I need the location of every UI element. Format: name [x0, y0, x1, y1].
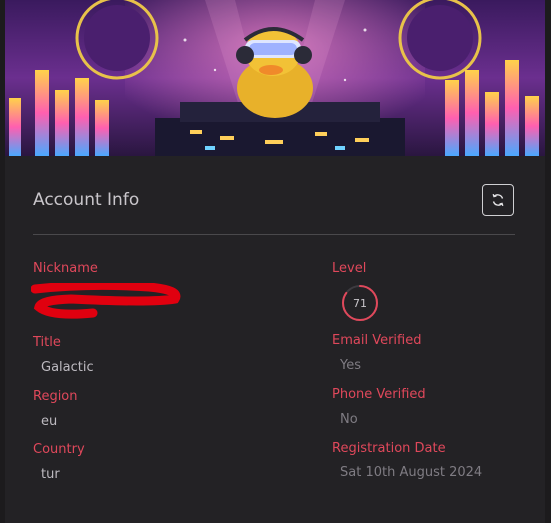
refresh-button[interactable]: [482, 184, 514, 216]
level-label: Level: [332, 261, 367, 276]
country-value: tur: [41, 467, 60, 482]
nickname-label: Nickname: [33, 261, 98, 276]
account-info-panel: Account Info Nickname Title Galactic Reg…: [5, 156, 545, 523]
profile-banner: [5, 0, 545, 156]
title-value: Galactic: [41, 360, 94, 375]
phone-verified-label: Phone Verified: [332, 387, 426, 402]
nickname-redaction-mark: [31, 283, 181, 319]
registration-date-label: Registration Date: [332, 441, 446, 456]
panel-title: Account Info: [33, 190, 140, 210]
account-card: Account Info Nickname Title Galactic Reg…: [5, 0, 545, 523]
registration-date-value: Sat 10th August 2024: [340, 465, 483, 480]
email-verified-label: Email Verified: [332, 333, 422, 348]
region-label: Region: [33, 389, 78, 404]
country-label: Country: [33, 442, 85, 457]
level-ring: 71: [341, 284, 379, 322]
banner-artwork: [5, 0, 545, 156]
divider: [33, 234, 515, 235]
phone-verified-value: No: [340, 412, 358, 427]
refresh-icon: [492, 193, 504, 207]
region-value: eu: [41, 414, 58, 429]
level-value: 71: [353, 296, 367, 310]
email-verified-value: Yes: [340, 358, 361, 373]
title-label: Title: [33, 335, 61, 350]
